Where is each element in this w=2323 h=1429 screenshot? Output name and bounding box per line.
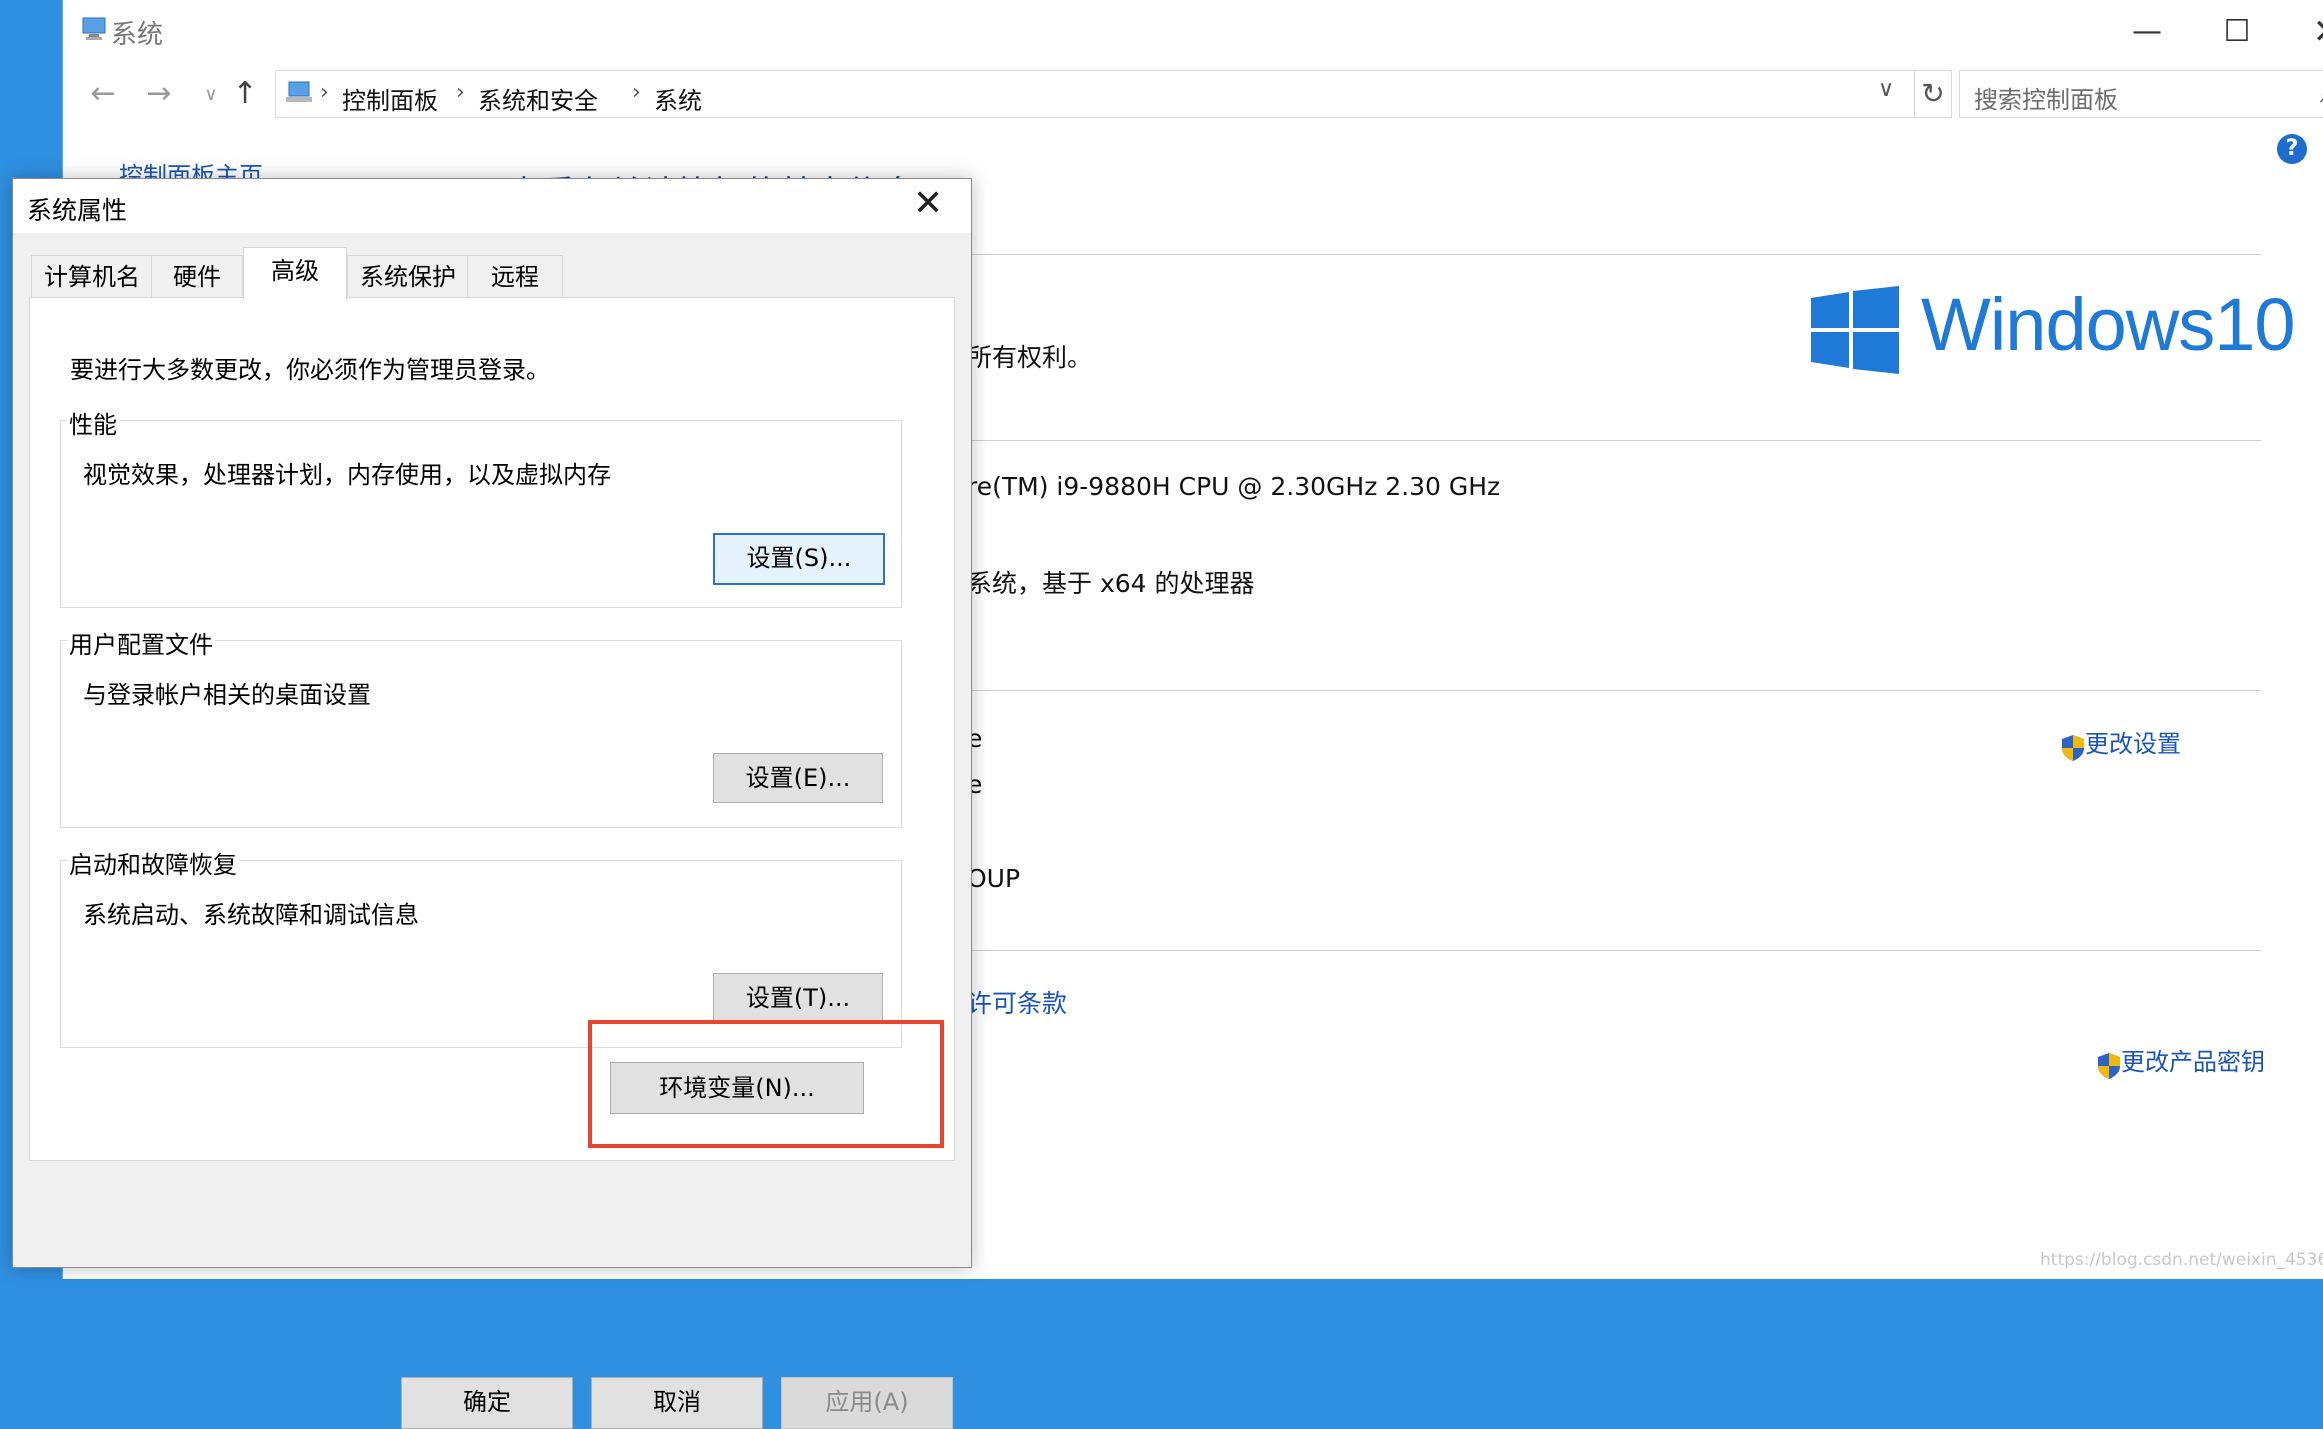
- tab-hardware[interactable]: 硬件: [151, 255, 243, 298]
- search-input[interactable]: 搜索控制面板 ⌕: [1959, 70, 2323, 118]
- breadcrumb-system[interactable]: 系统: [654, 81, 702, 116]
- uac-shield-icon: [2062, 734, 2084, 761]
- user-profiles-group: 用户配置文件 与登录帐户相关的桌面设置 设置(E)...: [60, 625, 902, 828]
- help-icon[interactable]: ?: [2277, 134, 2307, 164]
- control-panel-icon: [286, 81, 312, 102]
- breadcrumb-separator-icon: ›: [456, 80, 465, 105]
- apply-button[interactable]: 应用(A): [781, 1377, 953, 1429]
- maximize-button[interactable]: ☐: [2190, 0, 2284, 64]
- breadcrumb-control-panel[interactable]: 控制面板: [342, 81, 438, 116]
- dialog-titlebar: 系统属性 ✕: [13, 179, 971, 233]
- divider: [961, 950, 2261, 951]
- group-description: 与登录帐户相关的桌面设置: [83, 681, 371, 709]
- search-placeholder: 搜索控制面板: [1974, 86, 2118, 114]
- performance-group: 性能 视觉效果，处理器计划，内存使用，以及虚拟内存 设置(S)...: [60, 405, 902, 608]
- tab-computer-name[interactable]: 计算机名: [31, 255, 153, 298]
- tab-remote[interactable]: 远程: [467, 255, 563, 298]
- close-window-button[interactable]: ✕: [2280, 0, 2323, 64]
- change-product-key-link[interactable]: 更改产品密钥: [2097, 1042, 2265, 1080]
- processor-text: re(TM) i9-9880H CPU @ 2.30GHz 2.30 GHz: [967, 472, 1501, 501]
- system-titlebar: 系统 — ☐ ✕: [63, 0, 2323, 64]
- workgroup-text: OUP: [967, 864, 1021, 893]
- refresh-icon[interactable]: ↻: [1915, 70, 1952, 118]
- back-arrow-icon[interactable]: ←: [83, 76, 123, 111]
- breadcrumb-separator-icon: ›: [632, 80, 641, 105]
- group-description: 系统启动、系统故障和调试信息: [83, 901, 419, 929]
- system-type-text: 系统，基于 x64 的处理器: [967, 569, 1255, 598]
- address-bar[interactable]: › 控制面板 › 系统和安全 › 系统 ∨: [275, 70, 1915, 118]
- cancel-button[interactable]: 取消: [591, 1377, 763, 1429]
- close-icon[interactable]: ✕: [913, 183, 943, 224]
- breadcrumb-separator-icon: ›: [320, 80, 329, 105]
- change-settings-link[interactable]: 更改设置: [2061, 724, 2181, 762]
- group-label: 用户配置文件: [67, 625, 215, 660]
- admin-note: 要进行大多数更改，你必须作为管理员登录。: [70, 356, 550, 384]
- navigation-bar: ← → ∨ ↑ › 控制面板 › 系统和安全 › 系统 ∨ ↻ 搜索控制面板 ⌕: [63, 64, 2323, 124]
- copyright-text: 所有权利。: [967, 343, 1093, 372]
- user-profiles-settings-button[interactable]: 设置(E)...: [713, 753, 883, 803]
- uac-shield-icon: [2098, 1052, 2120, 1079]
- divider: [961, 440, 2261, 441]
- ok-button[interactable]: 确定: [401, 1377, 573, 1429]
- dialog-title: 系统属性: [27, 196, 128, 225]
- group-label: 启动和故障恢复: [67, 845, 239, 880]
- group-description: 视觉效果，处理器计划，内存使用，以及虚拟内存: [83, 461, 611, 489]
- startup-recovery-settings-button[interactable]: 设置(T)...: [713, 973, 883, 1023]
- computer-icon: [82, 17, 106, 40]
- divider: [961, 690, 2261, 691]
- windows-10-logo-text: Windows10: [1921, 283, 2296, 366]
- divider: [961, 254, 2261, 255]
- performance-settings-button[interactable]: 设置(S)...: [713, 533, 885, 585]
- watermark-text: https://blog.csdn.net/weixin_45365493: [2040, 1250, 2323, 1270]
- forward-arrow-icon[interactable]: →: [139, 76, 179, 111]
- group-label: 性能: [67, 405, 119, 440]
- breadcrumb-system-security[interactable]: 系统和安全: [478, 81, 598, 116]
- license-terms-link[interactable]: 许可条款: [967, 984, 1067, 1020]
- change-product-key-label: 更改产品密钥: [2121, 1048, 2265, 1076]
- address-dropdown-icon[interactable]: ∨: [1878, 77, 1894, 102]
- window-title: 系统: [111, 20, 164, 50]
- minimize-button[interactable]: —: [2100, 0, 2194, 64]
- up-arrow-icon[interactable]: ↑: [225, 76, 265, 111]
- windows-logo-icon: [1811, 286, 1899, 374]
- tab-advanced[interactable]: 高级: [243, 247, 347, 300]
- change-settings-label: 更改设置: [2085, 730, 2181, 758]
- tab-system-protection[interactable]: 系统保护: [347, 255, 469, 298]
- highlight-box: [588, 1020, 944, 1148]
